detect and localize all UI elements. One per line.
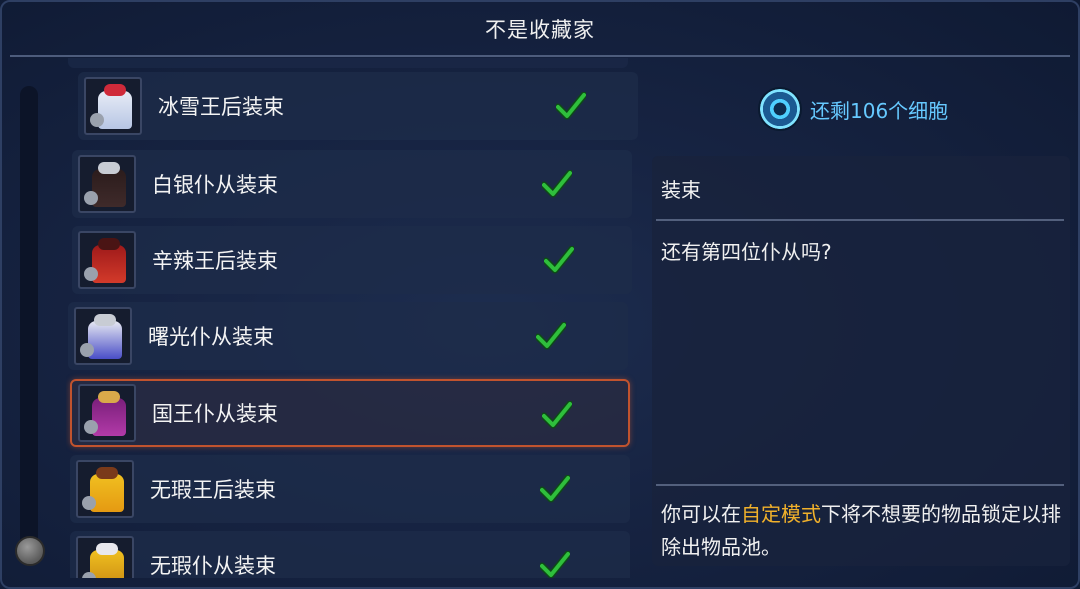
- flawless-queen-outfit-icon: [76, 460, 134, 518]
- scrollbar-thumb[interactable]: [15, 536, 45, 566]
- outfit-list: 冰雪王后装束白银仆从装束 辛辣王后装束曙光仆从装束国王仆从装束 无瑕王后装束 无瑕仆从…: [66, 72, 641, 578]
- outfit-row[interactable]: 曙光仆从装束: [68, 302, 628, 370]
- cell-icon: [758, 87, 802, 131]
- outfit-row[interactable]: 无瑕王后装束: [70, 455, 630, 523]
- outfit-row[interactable]: 白银仆从装束: [72, 150, 632, 218]
- ice-queen-outfit-icon: [84, 77, 142, 135]
- outfit-name: 辛辣王后装束: [152, 249, 278, 273]
- outfit-row[interactable]: 无瑕仆从装束: [70, 531, 630, 578]
- spicy-queen-outfit-icon: [78, 231, 136, 289]
- outfit-name: 曙光仆从装束: [148, 325, 274, 349]
- silver-servant-outfit-icon: [78, 155, 136, 213]
- unlocked-check-icon: [540, 400, 574, 429]
- unlocked-check-icon: [538, 550, 572, 578]
- details-hint: 你可以在自定模式下将不想要的物品锁定以排除出物品池。: [661, 498, 1061, 564]
- details-divider-top: [656, 219, 1064, 221]
- flawless-servant-outfit-icon: [76, 536, 134, 578]
- cells-remaining-text: 还剩106个细胞: [810, 98, 949, 123]
- hint-text-before: 你可以在: [661, 502, 741, 526]
- unlocked-check-icon: [538, 474, 572, 503]
- details-description: 还有第四位仆从吗?: [661, 240, 832, 264]
- details-divider-bottom: [656, 484, 1064, 486]
- outfit-row[interactable]: 冰雪王后装束: [78, 72, 638, 140]
- outfit-name: 无瑕王后装束: [150, 478, 276, 502]
- outfit-name: 无瑕仆从装束: [150, 554, 276, 578]
- outfit-row[interactable]: 国王仆从装束: [70, 379, 630, 447]
- unlocked-check-icon: [540, 169, 574, 198]
- unlocked-check-icon: [534, 321, 568, 350]
- window-title: 不是收藏家: [485, 18, 595, 42]
- outfit-row[interactable]: 辛辣王后装束: [72, 226, 632, 294]
- outfit-name: 白银仆从装束: [152, 173, 278, 197]
- dawn-servant-outfit-icon: [74, 307, 132, 365]
- outfit-name: 冰雪王后装束: [158, 95, 284, 119]
- king-servant-outfit-icon: [78, 384, 136, 442]
- hint-custom-mode-link[interactable]: 自定模式: [741, 502, 821, 526]
- list-top-edge: [68, 58, 628, 68]
- scrollbar-track[interactable]: [20, 86, 38, 556]
- unlocked-check-icon: [554, 91, 588, 120]
- details-category: 装束: [661, 178, 701, 202]
- outfit-name: 国王仆从装束: [152, 402, 278, 426]
- cells-counter: 还剩106个细胞: [758, 84, 948, 134]
- title-divider: [10, 55, 1070, 57]
- unlocked-check-icon: [542, 245, 576, 274]
